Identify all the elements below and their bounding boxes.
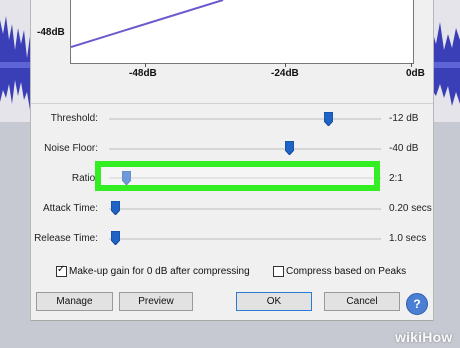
threshold-value: -12 dB — [389, 113, 419, 124]
waveform-left — [0, 16, 30, 110]
attack-time-slider[interactable] — [109, 208, 381, 210]
cancel-button[interactable]: Cancel — [324, 292, 400, 311]
threshold-slider[interactable] — [109, 118, 381, 120]
preview-button[interactable]: Preview — [119, 292, 193, 311]
attack-time-label: Attack Time: — [42, 203, 98, 214]
release-time-slider-thumb[interactable] — [111, 231, 120, 245]
release-time-label: Release Time: — [34, 233, 98, 244]
noise-floor-label: Noise Floor: — [44, 143, 98, 154]
ratio-value: 2:1 — [389, 173, 403, 184]
x-tick-mark — [411, 63, 412, 67]
help-icon[interactable]: ? — [406, 293, 428, 315]
makeup-gain-checkbox[interactable]: ✓ — [56, 264, 67, 277]
wikihow-watermark: wikiHow — [395, 329, 453, 345]
x-axis-label: -24dB — [271, 68, 299, 79]
screenshot-stage: -48dB -48dB -24dB 0dB Threshold: -12 dB … — [0, 0, 460, 348]
attack-time-slider-thumb[interactable] — [111, 201, 120, 215]
y-axis-label: -48dB — [37, 27, 65, 38]
x-axis-label: 0dB — [406, 68, 425, 79]
section-divider — [31, 103, 433, 104]
noise-floor-slider-thumb[interactable] — [284, 141, 294, 155]
x-tick-mark — [145, 63, 146, 67]
x-tick-mark — [285, 63, 286, 67]
release-time-value: 1.0 secs — [389, 233, 427, 244]
attack-time-value: 0.20 secs — [389, 203, 432, 214]
noise-floor-value: -40 dB — [389, 143, 419, 154]
threshold-label: Threshold: — [50, 113, 98, 124]
x-axis-label: -48dB — [129, 68, 157, 79]
checkmark-icon: ✓ — [57, 264, 66, 275]
ratio-label: Ratio: — [71, 173, 98, 184]
makeup-gain-label: Make-up gain for 0 dB after compressing — [69, 266, 250, 277]
manage-button[interactable]: Manage — [36, 292, 113, 311]
compress-peaks-checkbox[interactable] — [273, 266, 284, 277]
compression-graph — [70, 0, 414, 64]
ok-button[interactable]: OK — [236, 292, 312, 311]
ratio-highlight-box — [95, 161, 380, 191]
release-time-slider[interactable] — [109, 238, 381, 240]
threshold-slider-thumb[interactable] — [324, 112, 334, 126]
waveform-right — [432, 22, 460, 106]
compress-peaks-label: Compress based on Peaks — [286, 266, 407, 277]
compression-curve — [71, 0, 224, 48]
noise-floor-slider[interactable] — [109, 148, 381, 150]
